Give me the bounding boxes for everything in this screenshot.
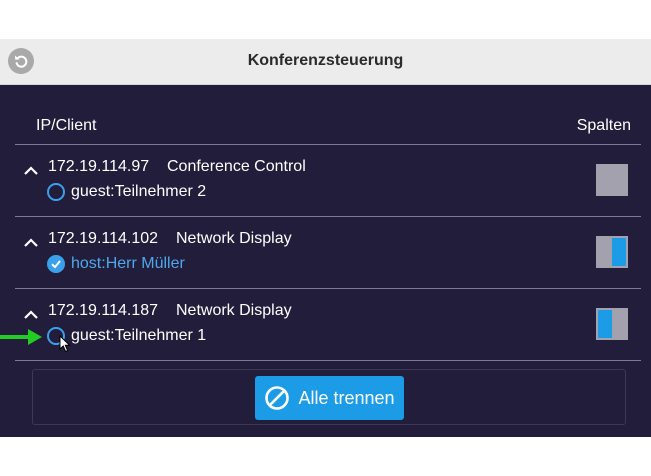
user-label: guest:Teilnehmer 1 [71,327,207,344]
dialog-header: Konferenzsteuerung [0,39,651,85]
client-ip: 172.19.114.102 [48,230,159,247]
divider [15,360,641,361]
layout-right-half [612,166,626,194]
layout-toggle-right[interactable] [596,236,628,268]
client-row: 172.19.114.97 Conference Control guest:T… [0,150,651,222]
conference-control-dialog: Konferenzsteuerung IP/Client Spalten 172… [0,39,651,437]
chevron-up-icon[interactable] [22,236,40,250]
ban-icon [265,386,290,410]
layout-toggle-left[interactable] [596,308,628,340]
client-row: 172.19.114.187 Network Display guest:Tei… [0,294,651,366]
user-label: guest:Teilnehmer 2 [71,183,207,200]
client-type: Network Display [176,230,292,247]
chevron-up-icon[interactable] [22,308,40,322]
layout-left-half [598,166,612,194]
mouse-pointer-icon [59,335,71,353]
client-ip: 172.19.114.97 [48,158,150,175]
layout-left-half [598,310,612,338]
client-row: 172.19.114.102 Network Display host:Herr… [0,222,651,294]
user-radio-checked[interactable] [47,255,65,273]
layout-toggle-full[interactable] [596,164,628,196]
divider [15,144,641,145]
divider [15,216,641,217]
disconnect-all-button[interactable]: Alle trennen [255,376,404,420]
divider [15,288,641,289]
column-header-layout: Spalten [576,117,631,134]
layout-left-half [598,238,612,266]
disconnect-all-label: Alle trennen [298,387,395,408]
dialog-title: Konferenzsteuerung [247,52,404,69]
user-radio[interactable] [47,183,65,201]
layout-right-half [612,238,626,266]
green-arrow-icon [0,329,42,345]
chevron-up-icon[interactable] [22,164,40,178]
client-ip: 172.19.114.187 [48,302,159,319]
layout-right-half [612,310,626,338]
client-type: Conference Control [167,158,306,175]
checkmark-icon [51,260,61,269]
user-label: host:Herr Müller [71,255,185,272]
client-type: Network Display [176,302,292,319]
column-header-ip-client: IP/Client [36,117,97,134]
